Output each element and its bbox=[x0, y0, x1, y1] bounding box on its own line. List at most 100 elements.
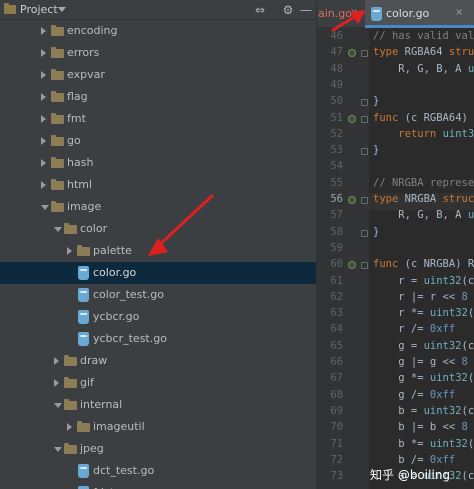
fold-marker-icon[interactable] bbox=[361, 197, 368, 204]
code-line: b |= b << 8 bbox=[373, 421, 468, 434]
fold-marker-icon[interactable] bbox=[361, 115, 368, 123]
project-folder-icon bbox=[4, 3, 16, 14]
line-number: 59 bbox=[330, 241, 343, 254]
line-number: 58 bbox=[330, 225, 343, 238]
tree-file-item[interactable]: ycbcr_test.go bbox=[0, 328, 316, 350]
tree-folder-item[interactable]: color bbox=[0, 218, 316, 240]
code-line: g /= 0xff bbox=[373, 388, 456, 401]
tree-item-label: go bbox=[67, 134, 81, 147]
chevron-down-icon[interactable] bbox=[58, 7, 66, 12]
tree-folder-item[interactable]: image bbox=[0, 196, 316, 218]
tree-folder-item[interactable]: jpeg bbox=[0, 438, 316, 460]
tree-folder-item[interactable]: hash bbox=[0, 152, 316, 174]
tree-file-item[interactable]: color_test.go bbox=[0, 284, 316, 306]
tab-label: color.go bbox=[386, 7, 430, 20]
folder-icon bbox=[51, 157, 64, 168]
expand-arrow-open-icon[interactable] bbox=[41, 205, 49, 210]
implementation-marker-icon[interactable] bbox=[348, 261, 356, 270]
line-number: 47 bbox=[330, 46, 343, 59]
tree-folder-item[interactable]: draw bbox=[0, 350, 316, 372]
expand-arrow-closed-icon[interactable] bbox=[41, 27, 46, 35]
implementation-marker-icon[interactable] bbox=[348, 49, 356, 58]
line-number: 63 bbox=[330, 307, 343, 320]
minimize-icon[interactable]: — bbox=[298, 2, 314, 18]
code-line: r /= 0xff bbox=[373, 323, 456, 336]
line-number: 73 bbox=[330, 470, 343, 483]
tree-file-item[interactable]: dct_test.go bbox=[0, 460, 316, 482]
fold-marker-icon[interactable] bbox=[361, 262, 368, 270]
go-file-icon bbox=[78, 310, 89, 324]
tree-file-item[interactable]: color.go bbox=[0, 262, 316, 284]
code-line: type NRGBA struct bbox=[373, 193, 474, 205]
tree-file-item[interactable]: ycbcr.go bbox=[0, 306, 316, 328]
code-line: r |= r << 8 bbox=[373, 290, 468, 303]
folder-icon bbox=[77, 421, 90, 432]
implementation-marker-icon[interactable] bbox=[348, 114, 356, 123]
folder-icon bbox=[51, 69, 64, 80]
project-title[interactable]: Project bbox=[20, 3, 58, 16]
tree-folder-item[interactable]: flag bbox=[0, 86, 316, 108]
folder-icon bbox=[51, 135, 64, 146]
line-number: 60 bbox=[330, 258, 343, 271]
tree-folder-item[interactable]: encoding bbox=[0, 20, 316, 42]
expand-arrow-closed-icon[interactable] bbox=[41, 181, 46, 189]
line-number: 72 bbox=[330, 453, 343, 466]
expand-arrow-closed-icon[interactable] bbox=[41, 159, 46, 167]
tree-folder-item[interactable]: fmt bbox=[0, 108, 316, 130]
tree-item-label: errors bbox=[67, 46, 100, 59]
code-line: g *= uint32(c bbox=[373, 372, 474, 385]
tree-folder-item[interactable]: internal bbox=[0, 394, 316, 416]
tree-folder-item[interactable]: expvar bbox=[0, 64, 316, 86]
tree-folder-item[interactable]: gif bbox=[0, 372, 316, 394]
line-number: 66 bbox=[330, 356, 343, 368]
tab-main-go[interactable]: ain.go × bbox=[317, 0, 363, 28]
tree-item-label: imageutil bbox=[93, 420, 145, 433]
tree-folder-item[interactable]: errors bbox=[0, 42, 316, 64]
expand-arrow-closed-icon[interactable] bbox=[41, 115, 46, 123]
expand-arrow-closed-icon[interactable] bbox=[54, 379, 59, 387]
tree-folder-item[interactable]: go bbox=[0, 130, 316, 152]
folder-icon bbox=[64, 223, 77, 234]
fold-marker-icon[interactable] bbox=[361, 229, 368, 237]
expand-arrow-closed-icon[interactable] bbox=[67, 247, 72, 255]
project-header: Project ⇔ ⚙ — bbox=[0, 0, 316, 20]
line-number-gutter[interactable]: 46 47 48 49 50 51 52 53 54 55 56 57 58 59 60 61 62 63 64 65… bbox=[317, 28, 369, 489]
line-number: 53 bbox=[330, 144, 343, 157]
fold-marker-icon[interactable] bbox=[361, 50, 368, 58]
tree-item-label: draw bbox=[80, 354, 108, 367]
tree-item-label: encoding bbox=[67, 24, 118, 37]
tree-folder-item[interactable]: html bbox=[0, 174, 316, 196]
code-line: // NRGBA represen bbox=[373, 176, 474, 189]
fold-marker-icon[interactable] bbox=[361, 148, 368, 156]
expand-arrow-closed-icon[interactable] bbox=[54, 357, 59, 365]
project-tree: encoding errors expvar flag fmt go hash html ima… bbox=[0, 20, 316, 489]
expand-arrow-closed-icon[interactable] bbox=[41, 93, 46, 101]
tree-folder-item[interactable]: palette bbox=[0, 240, 316, 262]
tree-folder-item[interactable]: imageutil bbox=[0, 416, 316, 438]
scroll-from-source-icon[interactable]: ⇔ bbox=[252, 2, 268, 18]
line-number: 46 bbox=[330, 30, 343, 42]
expand-arrow-open-icon[interactable] bbox=[54, 227, 62, 232]
close-icon[interactable]: × bbox=[455, 7, 463, 18]
expand-arrow-closed-icon[interactable] bbox=[41, 49, 46, 57]
expand-arrow-closed-icon[interactable] bbox=[41, 137, 46, 145]
expand-arrow-closed-icon[interactable] bbox=[67, 423, 72, 431]
folder-icon bbox=[64, 399, 77, 410]
expand-arrow-open-icon[interactable] bbox=[54, 403, 62, 408]
code-line: type RGBA64 struc bbox=[373, 46, 474, 59]
expand-arrow-closed-icon[interactable] bbox=[41, 71, 46, 79]
code-line: } bbox=[373, 95, 380, 108]
go-file-icon bbox=[371, 7, 382, 21]
line-number: 65 bbox=[330, 339, 343, 352]
code-area[interactable]: // has valid valu type RGBA64 struc R, G,… bbox=[369, 28, 474, 489]
tab-color-go[interactable]: color.go × bbox=[365, 0, 474, 28]
expand-arrow-open-icon[interactable] bbox=[54, 447, 62, 452]
gear-icon[interactable]: ⚙ bbox=[280, 2, 296, 18]
fold-marker-icon[interactable] bbox=[361, 99, 368, 107]
close-icon[interactable]: × bbox=[350, 7, 358, 18]
implementation-marker-icon[interactable] bbox=[348, 196, 356, 204]
line-number: 57 bbox=[330, 209, 343, 222]
code-line: b *= uint32(c bbox=[373, 437, 474, 450]
tree-item-label: color.go bbox=[93, 266, 137, 279]
tree-file-item[interactable]: fdct.go bbox=[0, 482, 316, 489]
